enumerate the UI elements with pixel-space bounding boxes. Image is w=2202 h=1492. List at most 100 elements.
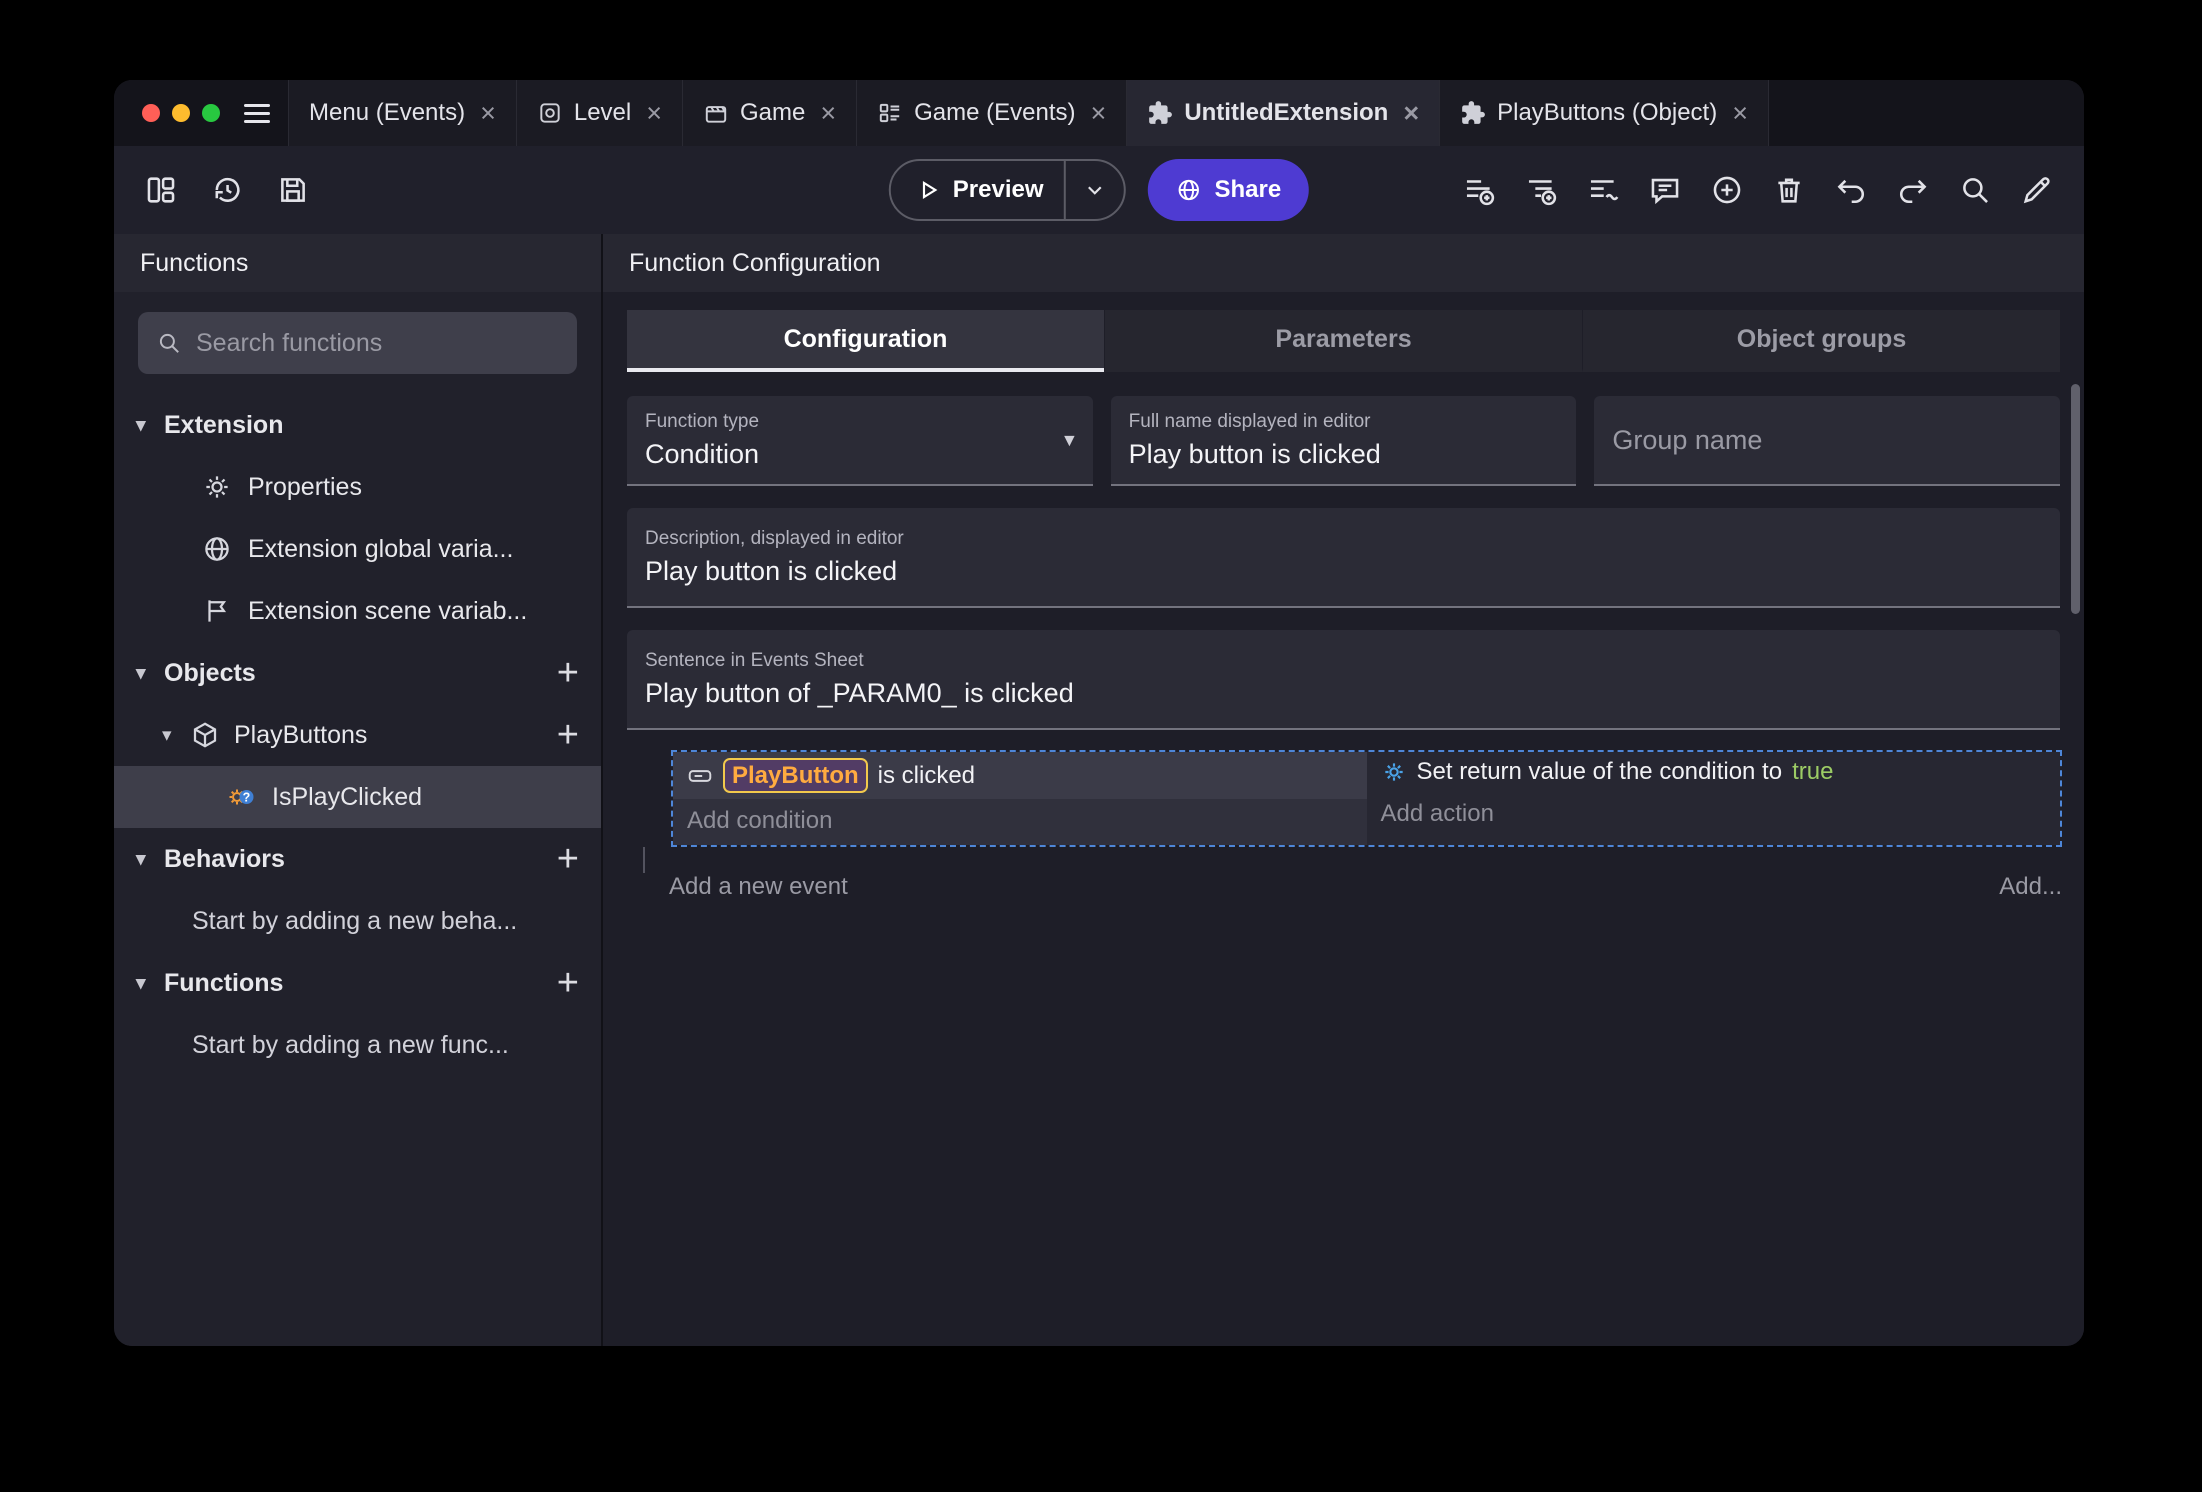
- event-row[interactable]: PlayButton is clicked Add condition Set …: [671, 750, 2062, 848]
- close-icon[interactable]: ×: [1403, 99, 1419, 127]
- add-other-event-icon[interactable]: [1586, 173, 1620, 207]
- condition-function-icon: ?: [226, 782, 256, 812]
- tab-parameters[interactable]: Parameters: [1104, 310, 1582, 372]
- add-new-event-button[interactable]: Add a new event: [669, 873, 848, 901]
- sidebar-item-isplayclicked[interactable]: ? IsPlayClicked: [114, 766, 601, 828]
- gear-icon: [202, 472, 232, 502]
- sidebar-tree: ▾ Extension Properties Extension global …: [114, 394, 601, 1346]
- item-label: IsPlayClicked: [272, 782, 423, 811]
- undo-icon[interactable]: [1834, 173, 1868, 207]
- description-input[interactable]: [645, 555, 2042, 587]
- save-icon[interactable]: [276, 173, 310, 207]
- section-label: Extension: [164, 410, 284, 439]
- globe-icon: [202, 534, 232, 564]
- close-window-button[interactable]: [142, 104, 160, 122]
- preview-button[interactable]: Preview: [888, 159, 1126, 221]
- dropdown-caret-icon: ▾: [1064, 428, 1075, 452]
- chevron-down-icon[interactable]: ▾: [136, 972, 164, 995]
- share-button[interactable]: Share: [1147, 159, 1310, 221]
- project-manager-icon[interactable]: [144, 173, 178, 207]
- scrollbar-thumb[interactable]: [2071, 384, 2080, 614]
- sidebar-item-properties[interactable]: Properties: [114, 456, 601, 518]
- history-icon[interactable]: [210, 173, 244, 207]
- full-name-field[interactable]: Full name displayed in editor: [1110, 396, 1577, 486]
- tab-level[interactable]: Level ×: [516, 80, 683, 146]
- object-chip[interactable]: PlayButton: [723, 758, 868, 794]
- tab-game[interactable]: Game ×: [683, 80, 858, 146]
- hint-label: Start by adding a new func...: [192, 1030, 509, 1059]
- sidebar-item-playbuttons[interactable]: ▾ PlayButtons +: [114, 704, 601, 766]
- search-icon[interactable]: [1958, 173, 1992, 207]
- zoom-window-button[interactable]: [202, 104, 220, 122]
- event-guide-line: [643, 847, 2062, 874]
- add-comment-icon[interactable]: [1648, 173, 1682, 207]
- add-action-button[interactable]: Add action: [1367, 792, 2061, 828]
- add-circle-icon[interactable]: [1710, 173, 1744, 207]
- close-icon[interactable]: ×: [480, 99, 496, 127]
- scene-icon: [537, 100, 563, 126]
- condition-item[interactable]: PlayButton is clicked: [673, 752, 1367, 800]
- field-label: Full name displayed in editor: [1128, 410, 1371, 432]
- actions-column: Set return value of the condition to tru…: [1366, 752, 2061, 846]
- add-more-button[interactable]: Add...: [1999, 873, 2062, 901]
- redo-icon[interactable]: [1896, 173, 1930, 207]
- chevron-down-icon[interactable]: ▾: [136, 848, 164, 871]
- field-label: Function type: [645, 410, 760, 432]
- close-icon[interactable]: ×: [1091, 99, 1107, 127]
- sidebar-item-functions[interactable]: ▾ Functions +: [114, 952, 601, 1014]
- add-object-button[interactable]: +: [557, 654, 579, 692]
- conditions-column: PlayButton is clicked Add condition: [673, 752, 1367, 846]
- tab-label: Game: [740, 99, 806, 126]
- behaviors-empty-hint[interactable]: Start by adding a new beha...: [114, 890, 601, 952]
- chevron-down-icon[interactable]: ▾: [136, 662, 164, 685]
- section-label: Functions: [164, 968, 284, 997]
- group-name-input[interactable]: [1612, 424, 2042, 456]
- search-functions-input[interactable]: [196, 328, 559, 358]
- add-event-row: Add a new event Add...: [627, 873, 2062, 901]
- group-name-field[interactable]: [1594, 396, 2060, 486]
- close-icon[interactable]: ×: [1732, 99, 1748, 127]
- functions-empty-hint[interactable]: Start by adding a new func...: [114, 1014, 601, 1076]
- add-behavior-button[interactable]: +: [557, 840, 579, 878]
- add-subevent-icon[interactable]: [1524, 173, 1558, 207]
- add-function-button[interactable]: +: [557, 964, 579, 1002]
- tab-game-events[interactable]: Game (Events) ×: [857, 80, 1128, 146]
- add-event-icon[interactable]: [1462, 173, 1496, 207]
- extension-puzzle-icon: [1147, 100, 1173, 126]
- chevron-down-icon[interactable]: ▾: [136, 414, 164, 437]
- sidebar-item-extension-scene-variables[interactable]: Extension scene variab...: [114, 580, 601, 642]
- description-field[interactable]: Description, displayed in editor: [627, 508, 2060, 608]
- tab-menu-events[interactable]: Menu (Events) ×: [289, 80, 517, 146]
- tab-playbuttons-object[interactable]: PlayButtons (Object) ×: [1440, 80, 1769, 146]
- add-condition-button[interactable]: Add condition: [673, 799, 1367, 835]
- toolbar-right: [1462, 173, 2054, 207]
- configuration-form: Function type Condition ▾ Full name disp…: [603, 372, 2084, 730]
- action-value[interactable]: true: [1792, 758, 1833, 786]
- preview-dropdown-button[interactable]: [1066, 161, 1124, 219]
- tab-object-groups[interactable]: Object groups: [1582, 310, 2060, 372]
- delete-icon[interactable]: [1772, 173, 1806, 207]
- svg-text:?: ?: [243, 791, 251, 805]
- sentence-input[interactable]: [645, 677, 2042, 709]
- sidebar-item-behaviors[interactable]: ▾ Behaviors +: [114, 828, 601, 890]
- minimize-window-button[interactable]: [172, 104, 190, 122]
- chevron-down-icon[interactable]: ▾: [162, 724, 190, 747]
- tab-configuration[interactable]: Configuration: [627, 310, 1104, 372]
- tab-untitled-extension[interactable]: UntitledExtension ×: [1127, 80, 1441, 146]
- sidebar-item-extension[interactable]: ▾ Extension: [114, 394, 601, 456]
- add-function-to-object-button[interactable]: +: [557, 716, 579, 754]
- close-icon[interactable]: ×: [646, 99, 662, 127]
- function-type-select[interactable]: Function type Condition ▾: [627, 396, 1093, 486]
- search-box[interactable]: [138, 312, 577, 374]
- sentence-field[interactable]: Sentence in Events Sheet: [627, 630, 2060, 730]
- item-label: Extension global varia...: [248, 534, 514, 563]
- condition-text: is clicked: [877, 761, 976, 789]
- main-menu-icon[interactable]: [240, 80, 288, 146]
- sidebar-item-objects[interactable]: ▾ Objects +: [114, 642, 601, 704]
- edit-extension-icon[interactable]: [2020, 173, 2054, 207]
- close-icon[interactable]: ×: [820, 99, 836, 127]
- tab-label: Menu (Events): [309, 99, 466, 126]
- full-name-input[interactable]: [1128, 438, 1559, 470]
- action-item[interactable]: Set return value of the condition to tru…: [1367, 752, 2061, 792]
- sidebar-item-extension-global-variables[interactable]: Extension global varia...: [114, 518, 601, 580]
